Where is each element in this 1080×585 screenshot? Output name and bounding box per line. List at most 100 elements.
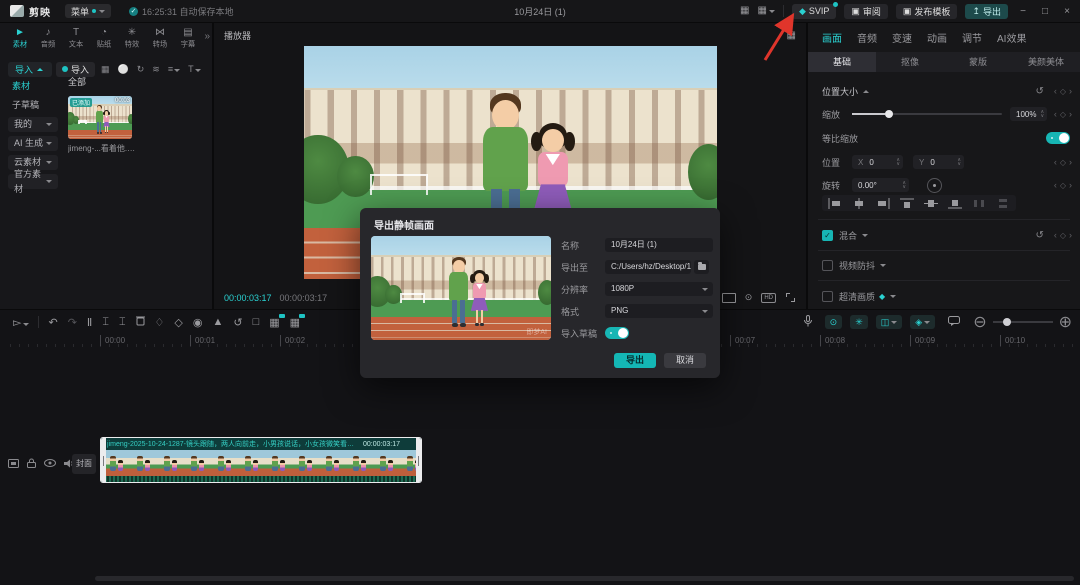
auto-ripple-button[interactable]: ◈ [910,315,935,329]
redo-icon[interactable]: ↷ [63,316,82,329]
blend-checkbox[interactable]: ✓ [822,230,833,241]
position-x-field[interactable]: X 0 ∧∨ [852,155,903,169]
video-clip[interactable]: jimeng-2025-10-24-1287-镜头跟随，两人向前走，小男孩说话，… [100,437,422,483]
export-path-input[interactable]: C:/Users/hz/Desktop/10... [605,260,691,274]
scale-slider[interactable] [852,113,1002,115]
stepper-icon[interactable]: ∧∨ [902,181,906,189]
layout-compact-icon[interactable]: ▦ [740,6,749,16]
sidebar-item-mine[interactable]: 我的 [8,117,58,132]
dialog-cancel-button[interactable]: 取消 [664,353,706,368]
tab-transitions[interactable]: ⋈转场 [146,27,174,50]
keyframe-controls[interactable]: ‹◇› [1054,230,1072,240]
delete-icon[interactable] [131,315,150,329]
tab-sticker[interactable]: ◔贴纸 [90,27,118,50]
mask-icon[interactable]: ♢ [150,316,170,329]
align-center-h-icon[interactable] [850,197,868,209]
reset-icon[interactable]: ↺ [1035,230,1043,241]
viewfinder-icon[interactable]: ⊙ [745,292,753,303]
tab-speed[interactable]: 变速 [892,30,912,45]
tab-text[interactable]: T文本 [62,27,90,50]
publish-template-button[interactable]: ▣ 发布模板 [896,4,958,19]
sidebar-item-subdrafts[interactable]: 子草稿 [8,98,58,113]
mirror-icon[interactable]: ▲ [208,316,229,328]
svip-button[interactable]: ◆ SVIP [792,4,836,19]
preview-axis-button[interactable]: ◫ [876,315,903,329]
zoom-in-icon[interactable]: ⊕ [1059,312,1072,332]
clip-trim-handle-right[interactable] [416,438,421,483]
horizontal-scrollbar[interactable] [95,576,1074,581]
tab-animation[interactable]: 动画 [927,30,947,45]
tab-captions[interactable]: ▤字幕 [174,27,202,50]
tab-audio-props[interactable]: 音频 [857,30,877,45]
subtab-beauty[interactable]: 美颜美体 [1012,52,1080,72]
import-draft-toggle[interactable] [605,327,629,339]
format-select[interactable]: PNG [605,304,713,318]
comment-icon[interactable] [943,316,965,329]
expand-tabs-icon[interactable]: » [204,27,210,42]
zoom-slider-knob[interactable] [1003,318,1011,326]
maximize-button[interactable]: □ [1038,6,1052,17]
linkage-button[interactable]: ✳ [850,315,868,329]
uhd-checkbox[interactable] [822,291,833,302]
timeline-zoom-slider[interactable] [993,321,1053,323]
tab-picture[interactable]: 画面 [822,30,842,45]
aspect-ratio-icon[interactable] [722,293,736,303]
menu-button[interactable]: 菜单 [65,4,111,18]
delete-right-icon[interactable]: ⌶ [114,316,131,329]
section-position-size[interactable]: 位置大小 [822,85,858,98]
align-left-icon[interactable] [826,197,844,209]
magnet-snap-button[interactable]: ⊙ [825,315,843,329]
rotate-dial[interactable] [927,178,942,193]
minimize-button[interactable]: − [1016,6,1030,17]
select-tool-icon[interactable]: ▻ [8,316,34,329]
stabilize-label[interactable]: 视频防抖 [839,259,875,272]
subtab-mask[interactable]: 蒙版 [944,52,1012,72]
rotate-icon[interactable]: ↺ [228,316,247,329]
delete-left-icon[interactable]: ⌶ [97,316,114,329]
cover-button[interactable]: 封面 [72,454,96,474]
stepper-icon[interactable]: ∧∨ [1040,110,1044,118]
clip-trim-handle-left[interactable] [101,438,106,483]
smart-edit-icon[interactable]: ▦ [264,316,284,329]
auto-caption-icon[interactable]: ▦ [285,316,305,329]
tab-ai-effects[interactable]: AI效果 [997,30,1026,45]
stepper-icon[interactable]: ∧∨ [896,158,900,166]
hide-track-icon[interactable] [44,459,56,469]
collapse-icon[interactable] [863,90,869,93]
align-center-v-icon[interactable] [922,197,940,209]
browse-folder-button[interactable] [694,260,709,274]
align-top-icon[interactable] [898,197,916,209]
blend-label[interactable]: 混合 [839,229,857,242]
keyframe-controls[interactable]: ‹◇› [1054,180,1072,190]
align-right-icon[interactable] [874,197,892,209]
sidebar-item-ai-generate[interactable]: AI 生成 [8,136,58,151]
scale-value-box[interactable]: 100% ∧∨ [1010,107,1047,121]
review-button[interactable]: ▣ 审阅 [844,4,888,19]
position-y-field[interactable]: Y 0 ∧∨ [913,155,964,169]
stepper-icon[interactable]: ∧∨ [957,158,961,166]
tab-media[interactable]: ►素材 [6,27,34,50]
crop-icon[interactable]: □ [248,316,265,328]
uhd-label[interactable]: 超清画质 [839,290,875,303]
lock-track-icon[interactable] [27,458,36,470]
zoom-out-icon[interactable]: ⊖ [973,312,986,332]
subtab-cutout[interactable]: 抠像 [876,52,944,72]
rotate-field[interactable]: 0.00° ∧∨ [852,178,909,192]
player-layout-icon[interactable]: ▦ [787,30,796,41]
name-input[interactable]: 10月24日 (1) [605,238,713,252]
tab-effects[interactable]: ✳特效 [118,27,146,50]
distribute-h-icon[interactable] [970,197,988,209]
keyframe-add-icon[interactable]: ◇ [169,316,187,329]
media-clip-thumbnail[interactable]: 已添加 00:03 [68,96,132,139]
sidebar-item-material[interactable]: 素材 [8,79,58,94]
dialog-export-button[interactable]: 导出 [614,353,656,368]
resolution-select[interactable]: 1080P [605,282,713,296]
reset-icon[interactable]: ↺ [1035,86,1043,97]
layout-switch-icon[interactable]: ▦ [757,6,774,16]
tab-adjust[interactable]: 调节 [962,30,982,45]
stabilize-checkbox[interactable] [822,260,833,271]
track-toggle-icon[interactable] [8,459,19,470]
freeze-frame-icon[interactable]: ◉ [188,316,208,329]
record-voice-icon[interactable] [799,315,817,330]
uniform-scale-toggle[interactable] [1046,132,1070,144]
